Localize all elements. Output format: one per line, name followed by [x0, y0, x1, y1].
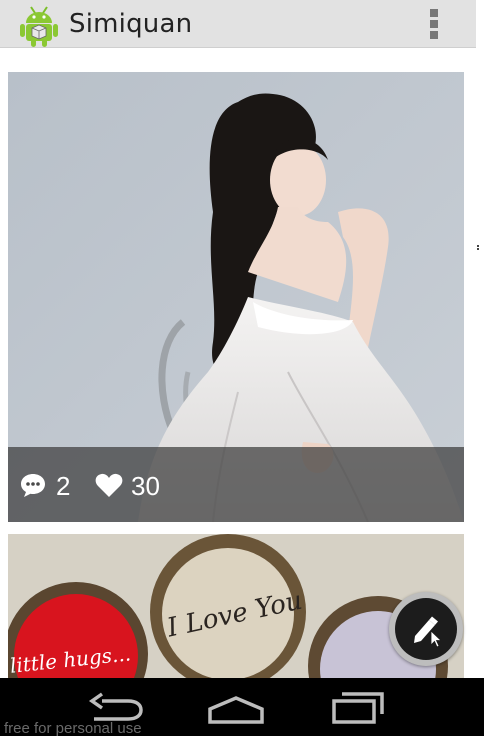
comment-count: 2 [56, 471, 71, 501]
fab-inner [395, 598, 457, 660]
system-nav-bar: free for personal use [0, 678, 484, 736]
feed-list[interactable]: 2 30 little hugs... I Love You [0, 62, 476, 678]
like-count: 30 [131, 471, 160, 501]
post-card[interactable]: 2 30 [8, 72, 464, 522]
pencil-edit-icon [414, 616, 441, 648]
compose-fab-button[interactable] [389, 592, 463, 666]
post-stats-bar: 2 30 [8, 447, 464, 522]
app-title: Simiquan [69, 9, 193, 39]
action-bar: Simiquan [0, 0, 476, 48]
heart-icon[interactable] [95, 472, 123, 498]
home-icon[interactable] [206, 692, 266, 726]
right-edge-strip [476, 0, 484, 678]
comment-bubble-icon[interactable] [20, 472, 46, 498]
watermark-text: free for personal use [4, 720, 142, 736]
android-logo-icon[interactable] [16, 2, 62, 48]
recents-icon[interactable] [330, 692, 386, 726]
overflow-menu-icon[interactable] [424, 6, 444, 42]
scroll-indicator [477, 244, 482, 252]
